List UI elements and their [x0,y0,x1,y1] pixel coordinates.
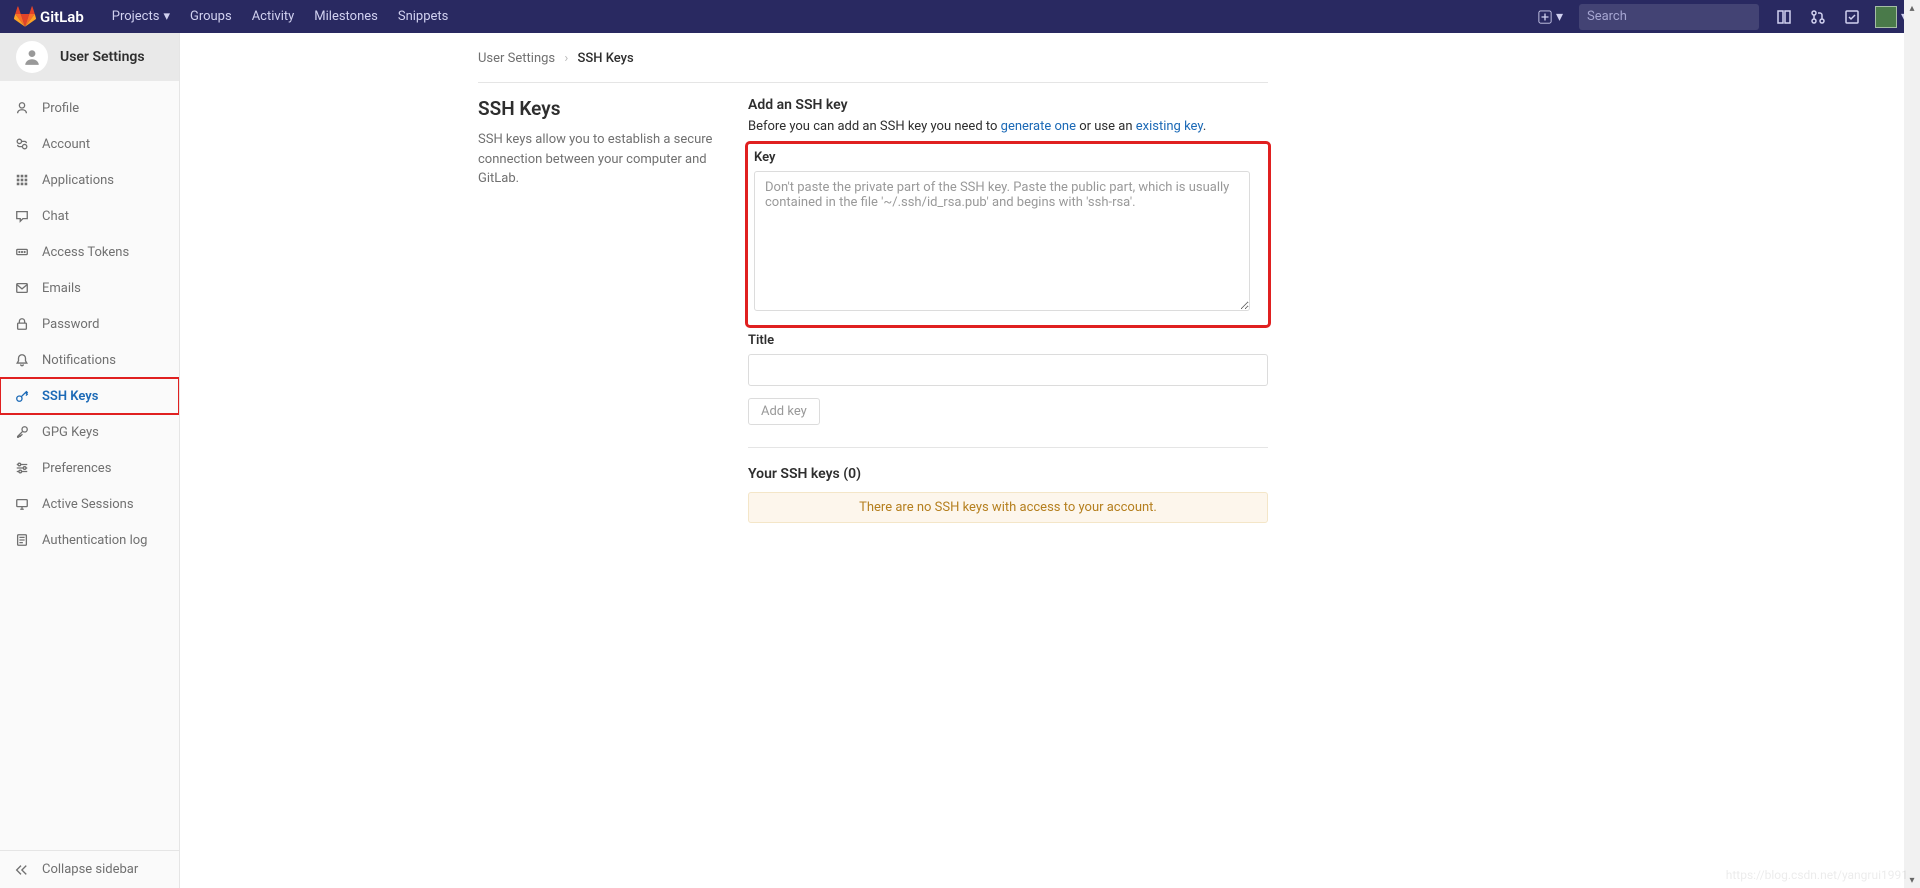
main-content: User Settings › SSH Keys SSH Keys SSH ke… [180,33,1920,563]
breadcrumb-separator: › [564,51,568,66]
bell-icon [14,353,30,367]
avatar [1875,6,1897,28]
sidebar-item-profile[interactable]: Profile [0,90,179,126]
sidebar-item-label: Password [42,317,99,332]
sidebar-item-label: Access Tokens [42,245,129,260]
title-label: Title [748,333,1268,348]
sidebar-item-label: Profile [42,101,79,116]
chat-icon [14,209,30,223]
sidebar-item-label: Applications [42,173,114,188]
sidebar-item-active-sessions[interactable]: Active Sessions [0,486,179,522]
sidebar-item-account[interactable]: Account [0,126,179,162]
sidebar-item-label: Authentication log [42,533,147,548]
gitlab-logo[interactable]: GitLab [8,6,90,28]
user-icon [14,101,30,115]
key-textarea[interactable] [754,171,1250,311]
sidebar: User Settings Profile Account Applications… [0,33,180,888]
chevron-down-icon: ▾ [163,9,170,24]
scrollbar[interactable]: ▴ ▾ [1904,0,1920,888]
sidebar-item-access-tokens[interactable]: Access Tokens [0,234,179,270]
collapse-sidebar[interactable]: Collapse sidebar [0,850,179,888]
sidebar-item-applications[interactable]: Applications [0,162,179,198]
sidebar-item-authentication-log[interactable]: Authentication log [0,522,179,558]
sidebar-item-label: Preferences [42,461,111,476]
add-key-button[interactable]: Add key [748,398,820,425]
sidebar-item-label: Notifications [42,353,116,368]
empty-keys-banner: There are no SSH keys with access to you… [748,492,1268,523]
sidebar-title: User Settings [60,49,145,65]
search-input[interactable] [1587,9,1753,24]
breadcrumb: User Settings › SSH Keys [478,45,1268,83]
sidebar-item-label: Active Sessions [42,497,134,512]
todos-icon[interactable] [1837,0,1867,33]
page-description: SSH keys allow you to establish a secure… [478,130,728,189]
nav-projects[interactable]: Projects▾ [102,0,180,33]
sidebar-item-label: Chat [42,209,69,224]
ssh-keys-count: Your SSH keys (0) [748,466,1268,482]
sidebar-item-label: Account [42,137,90,152]
issues-icon[interactable] [1769,0,1799,33]
page-title: SSH Keys [478,97,728,120]
nav-milestones[interactable]: Milestones [304,0,388,33]
sidebar-item-password[interactable]: Password [0,306,179,342]
collapse-icon [14,863,30,877]
search-box[interactable] [1579,4,1759,30]
key-label: Key [754,150,1250,165]
sidebar-item-ssh-keys[interactable]: SSH Keys [0,378,179,414]
breadcrumb-current: SSH Keys [578,51,634,66]
lock-icon [14,317,30,331]
scroll-up-icon[interactable]: ▴ [1904,0,1920,16]
log-icon [14,533,30,547]
breadcrumb-parent[interactable]: User Settings [478,51,555,66]
nav-groups[interactable]: Groups [180,0,242,33]
user-icon [23,48,41,66]
top-navbar: GitLab Projects▾ Groups Activity Milesto… [0,0,1920,33]
sidebar-item-preferences[interactable]: Preferences [0,450,179,486]
chevron-down-icon: ▾ [1556,9,1563,25]
add-key-intro: Before you can add an SSH key you need t… [748,119,1268,134]
divider [748,447,1268,448]
key2-icon [14,425,30,439]
nav-activity[interactable]: Activity [242,0,305,33]
token-icon [14,245,30,259]
account-icon [14,137,30,151]
existing-key-link[interactable]: existing key [1136,119,1203,134]
plus-icon [1538,10,1552,24]
merge-requests-icon[interactable] [1803,0,1833,33]
avatar-circle [16,41,48,73]
sidebar-item-gpg-keys[interactable]: GPG Keys [0,414,179,450]
sidebar-item-label: Emails [42,281,81,296]
key-field-block: Key [748,144,1268,325]
new-dropdown[interactable]: ▾ [1532,9,1569,25]
sidebar-item-label: SSH Keys [42,389,98,404]
scroll-down-icon[interactable]: ▾ [1904,872,1920,888]
sidebar-item-emails[interactable]: Emails [0,270,179,306]
apps-icon [14,173,30,187]
prefs-icon [14,461,30,475]
sidebar-header[interactable]: User Settings [0,33,179,81]
mail-icon [14,281,30,295]
key-icon [14,389,30,403]
sidebar-item-label: GPG Keys [42,425,99,440]
title-input[interactable] [748,354,1268,386]
sidebar-item-chat[interactable]: Chat [0,198,179,234]
sidebar-item-notifications[interactable]: Notifications [0,342,179,378]
add-key-heading: Add an SSH key [748,97,1268,113]
monitor-icon [14,497,30,511]
generate-one-link[interactable]: generate one [1001,119,1076,134]
watermark: https://blog.csdn.net/yangrui1991 [1726,868,1908,882]
brand-name: GitLab [40,8,84,26]
nav-snippets[interactable]: Snippets [388,0,459,33]
